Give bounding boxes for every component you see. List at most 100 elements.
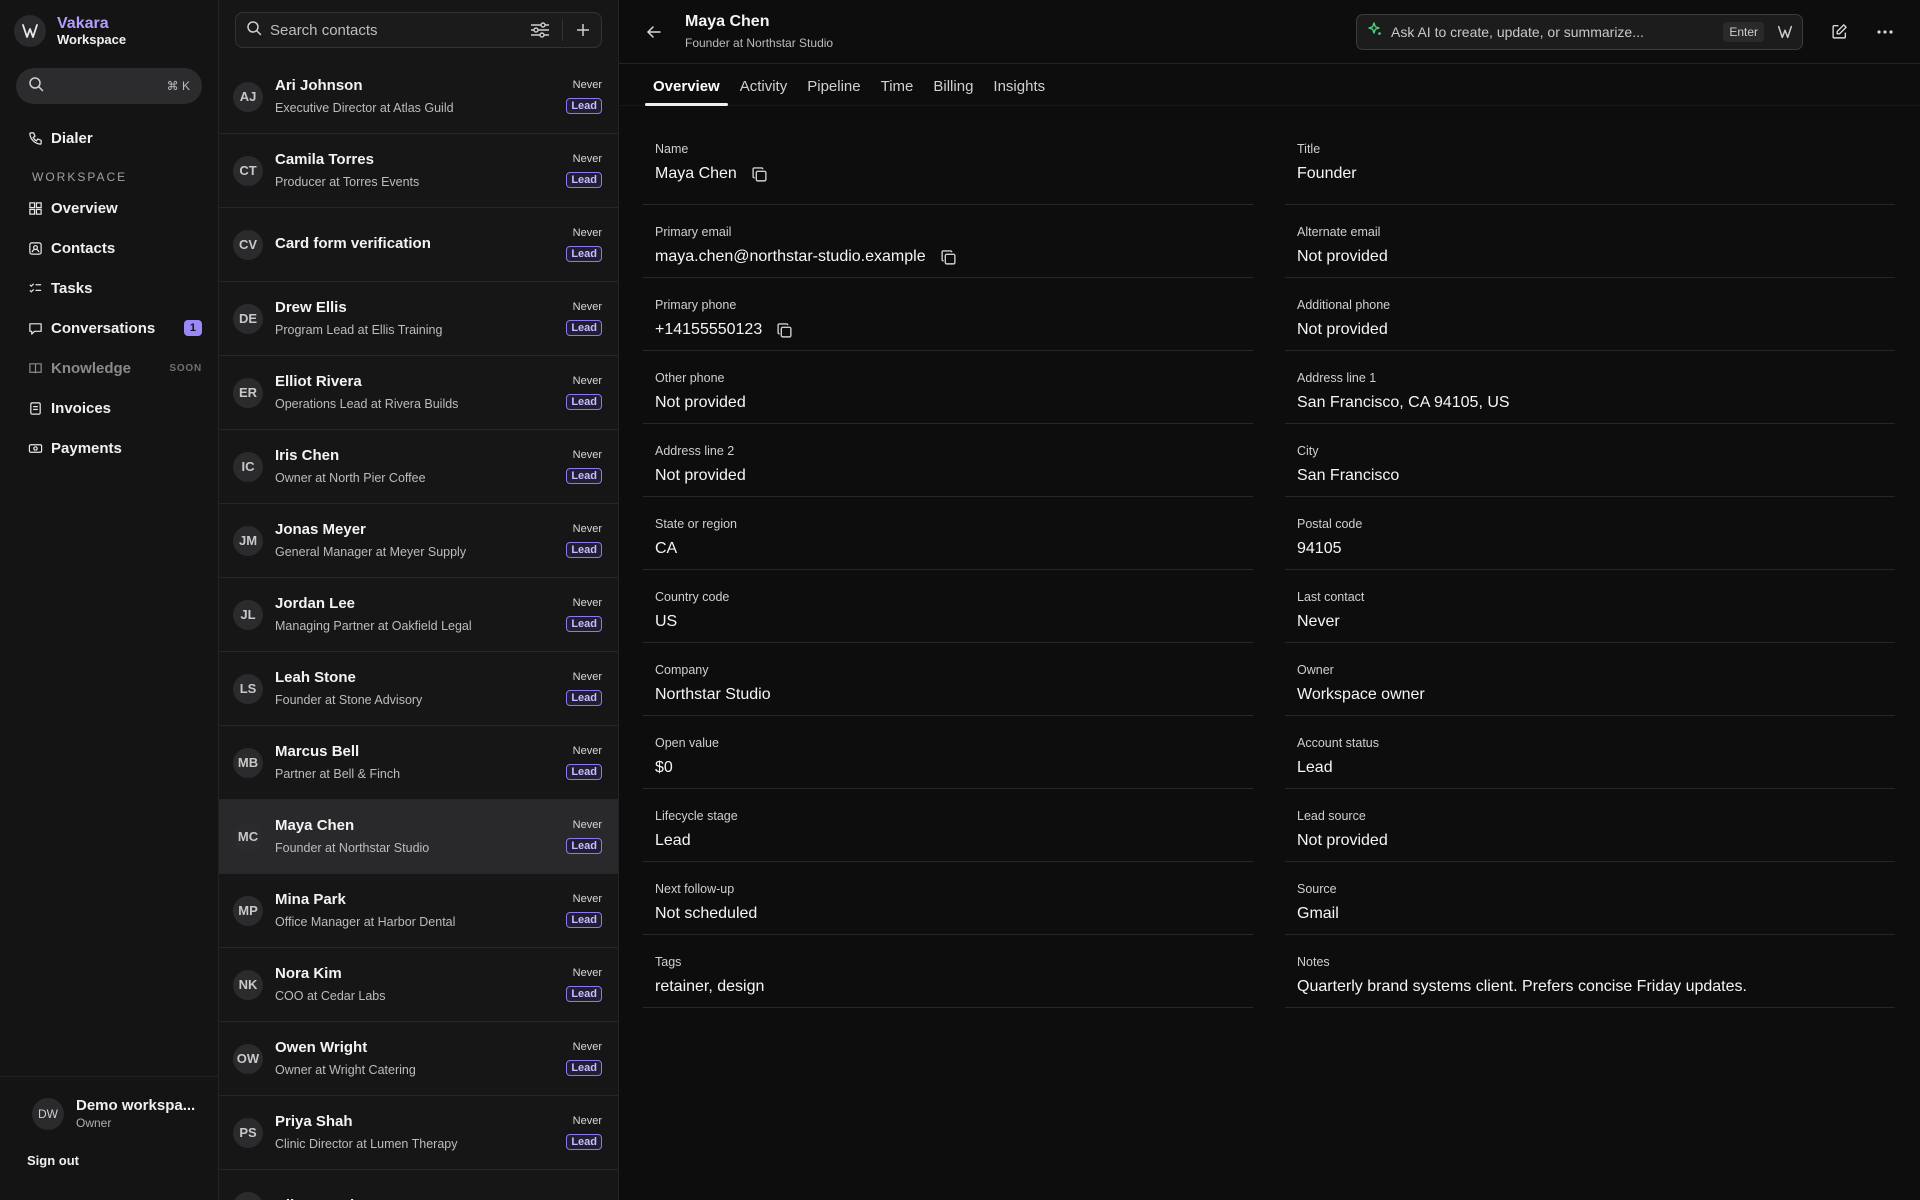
user-menu[interactable]: DW Demo workspa... Owner <box>32 1097 204 1131</box>
sign-out-link[interactable]: Sign out <box>27 1153 204 1168</box>
field-value[interactable]: Not provided <box>1297 832 1388 850</box>
contact-row[interactable]: CT Camila Torres Producer at Torres Events… <box>219 134 618 208</box>
field-value[interactable]: maya.chen@northstar-studio.example <box>655 248 926 266</box>
field-label: Company <box>655 663 709 677</box>
contact-search[interactable]: Search contacts <box>235 12 602 48</box>
contact-row[interactable]: OW Owen Wright Owner at Wright Catering Nev… <box>219 1022 618 1096</box>
field-value[interactable]: $0 <box>655 759 673 777</box>
tab-activity[interactable]: Activity <box>732 78 796 105</box>
contact-row[interactable]: MC Maya Chen Founder at Northstar Studio Ne… <box>219 800 618 874</box>
field-other-phone: Other phone Not provided <box>643 351 1253 424</box>
field-value[interactable]: Not scheduled <box>655 905 757 923</box>
contact-row[interactable]: RBRiley BrooksNever <box>219 1170 618 1200</box>
contact-name: Jordan Lee <box>275 594 356 612</box>
last-contact: Never <box>572 1115 602 1127</box>
contact-row[interactable]: MB Marcus Bell Partner at Bell & Finch Neve… <box>219 726 618 800</box>
tab-time[interactable]: Time <box>873 78 922 105</box>
field-value[interactable]: San Francisco <box>1297 467 1399 485</box>
cash-icon <box>26 441 44 456</box>
last-contact: Never <box>572 671 602 683</box>
contact-name: Nora Kim <box>275 964 342 982</box>
copy-icon[interactable] <box>751 166 768 183</box>
sidebar-item-conversations[interactable]: Conversations 1 <box>0 308 218 348</box>
sidebar-item-overview[interactable]: Overview <box>0 188 218 228</box>
contact-row[interactable]: AJ Ari Johnson Executive Director at Atlas… <box>219 60 618 134</box>
tab-insights[interactable]: Insights <box>985 78 1053 105</box>
contact-row[interactable]: ER Elliot Rivera Operations Lead at Rivera… <box>219 356 618 430</box>
contact-subtitle: Program Lead at Ellis Training <box>275 323 443 338</box>
contact-row[interactable]: NK Nora Kim COO at Cedar Labs Never Lead <box>219 948 618 1022</box>
last-contact: Never <box>572 79 602 91</box>
contact-avatar: JL <box>233 599 263 630</box>
contact-row[interactable]: PS Priya Shah Clinic Director at Lumen The… <box>219 1096 618 1170</box>
last-contact: Never <box>572 967 602 979</box>
field-address-line-1: Address line 1 San Francisco, CA 94105, U… <box>1285 351 1895 424</box>
ai-command-input[interactable]: Ask AI to create, update, or summarize..… <box>1391 24 1723 40</box>
field-value[interactable]: Quarterly brand systems client. Prefers … <box>1297 978 1747 996</box>
sidebar-item-payments[interactable]: Payments <box>0 428 218 468</box>
field-value[interactable]: +14155550123 <box>655 321 762 339</box>
contact-row[interactable]: LS Leah Stone Founder at Stone Advisory Nev… <box>219 652 618 726</box>
field-value[interactable]: Not provided <box>1297 248 1388 266</box>
sidebar-search[interactable]: ⌘ K <box>16 68 202 104</box>
field-grid: Name Maya Chen Primary email maya.chen@nort… <box>619 106 1920 1008</box>
add-contact-plus-icon[interactable] <box>575 22 591 38</box>
contact-search-input[interactable]: Search contacts <box>270 22 518 39</box>
contact-avatar: JM <box>233 525 263 556</box>
back-arrow-icon[interactable] <box>645 23 665 41</box>
field-address-line-2: Address line 2 Not provided <box>643 424 1253 497</box>
tab-pipeline[interactable]: Pipeline <box>799 78 868 105</box>
sidebar-item-invoices[interactable]: Invoices <box>0 388 218 428</box>
more-options-icon[interactable] <box>1876 29 1894 35</box>
tab-overview[interactable]: Overview <box>645 78 728 106</box>
field-value[interactable]: Gmail <box>1297 905 1339 923</box>
contact-avatar: CV <box>233 229 263 260</box>
contact-row[interactable]: DE Drew Ellis Program Lead at Ellis Traini… <box>219 282 618 356</box>
field-value[interactable]: Founder <box>1297 165 1357 183</box>
field-value[interactable]: Not provided <box>655 467 746 485</box>
field-value[interactable]: Northstar Studio <box>655 686 771 704</box>
sidebar-item-tasks[interactable]: Tasks <box>0 268 218 308</box>
field-value[interactable]: San Francisco, CA 94105, US <box>1297 394 1510 412</box>
field-value[interactable]: Lead <box>1297 759 1333 777</box>
field-source: Source Gmail <box>1285 862 1895 935</box>
field-value[interactable]: retainer, design <box>655 978 764 996</box>
field-value[interactable]: Not provided <box>655 394 746 412</box>
contact-row[interactable]: CV Card form verification Never Lead <box>219 208 618 282</box>
field-value[interactable]: Not provided <box>1297 321 1388 339</box>
contact-name: Mina Park <box>275 890 346 908</box>
field-value[interactable]: Lead <box>655 832 691 850</box>
sidebar-item-label: Overview <box>51 199 118 217</box>
contact-row[interactable]: MP Mina Park Office Manager at Harbor Dent… <box>219 874 618 948</box>
field-label: Alternate email <box>1297 225 1381 239</box>
field-value[interactable]: 94105 <box>1297 540 1342 558</box>
sidebar-item-knowledge[interactable]: Knowledge SOON <box>0 348 218 388</box>
copy-icon[interactable] <box>940 249 957 266</box>
ai-command-bar[interactable]: Ask AI to create, update, or summarize..… <box>1356 13 1803 50</box>
sidebar-item-dialer[interactable]: Dialer <box>0 118 218 158</box>
tab-billing[interactable]: Billing <box>925 78 981 105</box>
contact-avatar: AJ <box>233 81 263 112</box>
filter-sliders-icon[interactable] <box>530 22 550 38</box>
contact-name: Leah Stone <box>275 668 356 686</box>
contact-subtitle: Office Manager at Harbor Dental <box>275 915 456 930</box>
field-value[interactable]: Never <box>1297 613 1340 631</box>
field-value[interactable]: CA <box>655 540 677 558</box>
contact-avatar: IC <box>233 451 263 482</box>
field-label: Open value <box>655 736 719 750</box>
contact-row[interactable]: IC Iris Chen Owner at North Pier Coffee Nev… <box>219 430 618 504</box>
edit-icon[interactable] <box>1831 23 1848 40</box>
sidebar-item-label: Knowledge <box>51 359 132 377</box>
last-contact: Never <box>572 449 602 461</box>
status-badge: Lead <box>566 838 602 854</box>
field-last-contact: Last contact Never <box>1285 570 1895 643</box>
contact-row[interactable]: JM Jonas Meyer General Manager at Meyer Su… <box>219 504 618 578</box>
field-value[interactable]: Workspace owner <box>1297 686 1425 704</box>
field-value[interactable]: US <box>655 613 677 631</box>
copy-icon[interactable] <box>776 322 793 339</box>
sidebar-item-contacts[interactable]: Contacts <box>0 228 218 268</box>
field-value[interactable]: Maya Chen <box>655 165 737 183</box>
contact-row[interactable]: JL Jordan Lee Managing Partner at Oakfield… <box>219 578 618 652</box>
field-label: Title <box>1297 142 1321 156</box>
brand[interactable]: Vakara Workspace <box>0 0 218 62</box>
